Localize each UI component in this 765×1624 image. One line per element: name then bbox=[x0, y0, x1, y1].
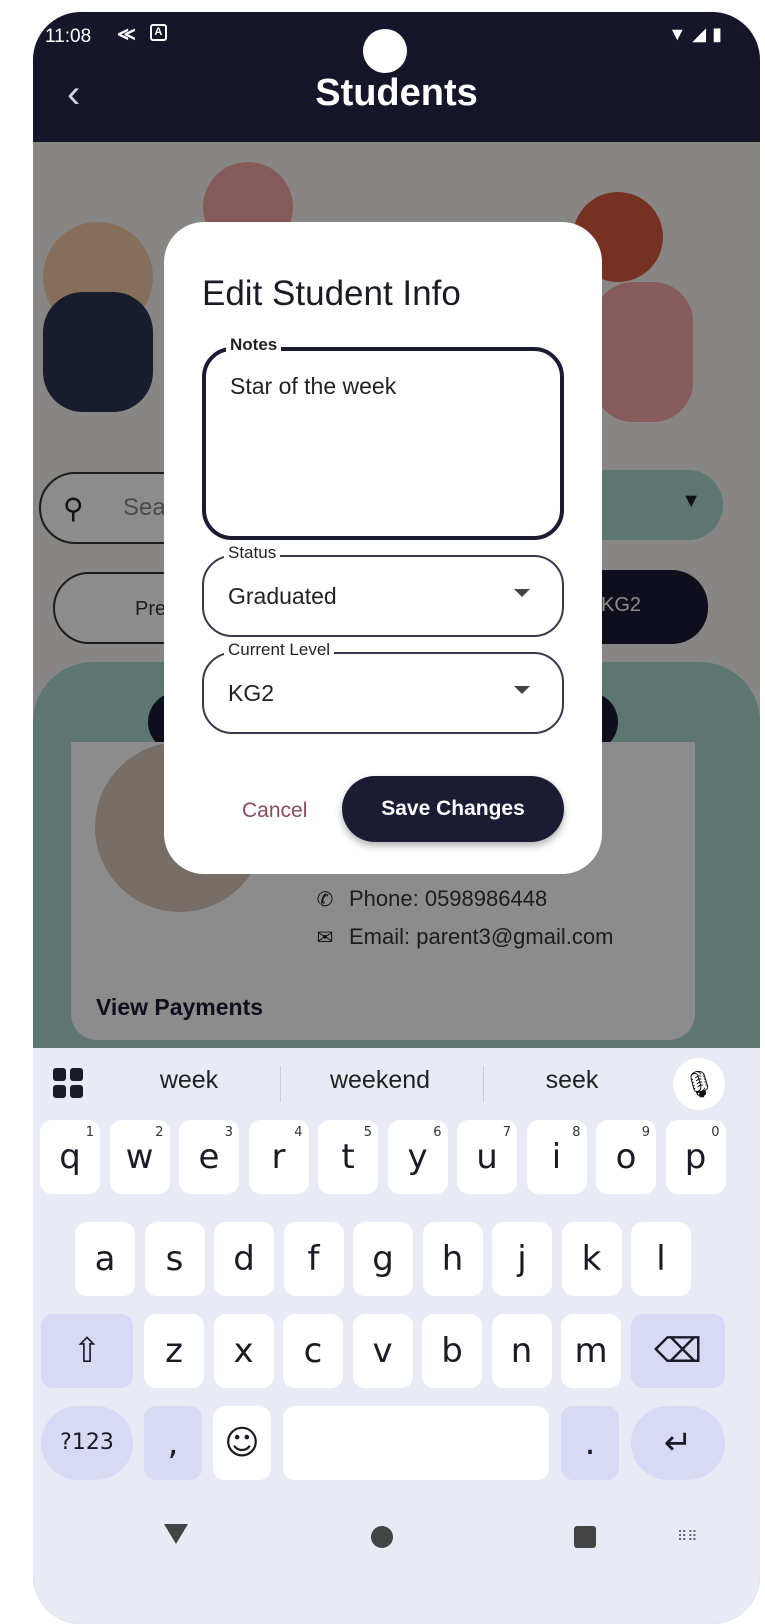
nav-back-icon[interactable] bbox=[164, 1524, 188, 1544]
key-o[interactable]: o9 bbox=[596, 1120, 656, 1194]
key-c[interactable]: c bbox=[283, 1314, 343, 1388]
key-v[interactable]: v bbox=[352, 1314, 413, 1388]
apps-grid-icon[interactable] bbox=[53, 1068, 83, 1098]
emoji-key[interactable]: ☺ bbox=[213, 1406, 271, 1480]
current-level-label: Current Level bbox=[224, 640, 335, 660]
app-notification-icon: A bbox=[149, 24, 167, 41]
key-label: t bbox=[341, 1137, 355, 1177]
key-label: i bbox=[551, 1137, 562, 1177]
suggestion-1[interactable]: week bbox=[104, 1066, 274, 1095]
status-system-icons: ▼ ◢ ▮ bbox=[668, 24, 722, 45]
key-m[interactable]: m bbox=[561, 1314, 621, 1388]
keyboard-switch-icon[interactable]: ⠿⠿ bbox=[677, 1528, 698, 1545]
key-label: p bbox=[684, 1137, 707, 1177]
key-label: o bbox=[615, 1137, 637, 1177]
status-value: Graduated bbox=[228, 583, 337, 609]
key-label: u bbox=[476, 1137, 498, 1177]
key-label: r bbox=[271, 1137, 286, 1177]
on-screen-keyboard: week weekend seek 🎙 q1w2e3r4t5y6u7i8o9p0… bbox=[33, 1048, 760, 1624]
status-label: Status bbox=[224, 543, 281, 563]
key-x[interactable]: x bbox=[213, 1314, 274, 1388]
key-h[interactable]: h bbox=[422, 1222, 483, 1296]
key-number-hint: 0 bbox=[711, 1125, 720, 1140]
edit-student-dialog: Edit Student Info Notes Star of the week… bbox=[164, 222, 602, 874]
key-number-hint: 7 bbox=[502, 1125, 511, 1140]
key-number-hint: 4 bbox=[294, 1125, 303, 1140]
key-e[interactable]: e3 bbox=[179, 1120, 239, 1194]
suggestion-strip: week weekend seek 🎙 bbox=[33, 1048, 760, 1118]
key-label: w bbox=[125, 1137, 154, 1177]
notes-value[interactable]: Star of the week bbox=[230, 373, 396, 400]
notes-field[interactable]: Notes Star of the week bbox=[202, 335, 564, 540]
key-f[interactable]: f bbox=[283, 1222, 344, 1296]
wifi-icon: ▼ bbox=[668, 24, 687, 44]
status-time: 11:08 bbox=[45, 26, 92, 47]
space-key[interactable] bbox=[283, 1406, 549, 1480]
key-number-hint: 1 bbox=[85, 1125, 94, 1140]
phone-screen: ⚲ Sea ▼ Pre KG2 ✆ Phone: 0598986448 ✉ Em… bbox=[33, 12, 760, 1624]
key-n[interactable]: n bbox=[491, 1314, 552, 1388]
key-q[interactable]: q1 bbox=[40, 1120, 100, 1194]
backspace-key[interactable]: ⌫ bbox=[631, 1314, 725, 1388]
key-d[interactable]: d bbox=[214, 1222, 274, 1296]
save-changes-button[interactable]: Save Changes bbox=[342, 776, 564, 842]
notes-label: Notes bbox=[226, 335, 282, 355]
key-number-hint: 9 bbox=[641, 1125, 650, 1140]
key-number-hint: 6 bbox=[433, 1125, 442, 1140]
key-s[interactable]: s bbox=[144, 1222, 205, 1296]
period-key[interactable]: . bbox=[561, 1406, 619, 1480]
key-number-hint: 8 bbox=[572, 1125, 581, 1140]
signal-icon: ◢ bbox=[692, 24, 707, 44]
nav-recents-icon[interactable] bbox=[574, 1526, 596, 1548]
key-number-hint: 3 bbox=[224, 1125, 233, 1140]
suggestion-3[interactable]: seek bbox=[487, 1066, 657, 1095]
key-y[interactable]: y6 bbox=[387, 1120, 448, 1194]
app-bar: 11:08 ≪ A ▼ ◢ ▮ ‹ Students bbox=[33, 12, 760, 142]
current-level-value: KG2 bbox=[228, 680, 275, 706]
current-level-select[interactable]: Current Level KG2 bbox=[202, 640, 564, 734]
key-j[interactable]: j bbox=[492, 1222, 552, 1296]
comma-key[interactable]: , bbox=[144, 1406, 202, 1480]
suggestion-2[interactable]: weekend bbox=[295, 1066, 465, 1095]
key-w[interactable]: w2 bbox=[109, 1120, 170, 1194]
enter-key[interactable]: ↵ bbox=[631, 1406, 725, 1480]
camera-cutout bbox=[363, 29, 407, 73]
chevron-down-icon bbox=[514, 686, 530, 694]
chevron-down-icon bbox=[514, 589, 530, 597]
key-t[interactable]: t5 bbox=[318, 1120, 378, 1194]
status-notification-icons: ≪ A bbox=[117, 24, 167, 45]
battery-icon: ▮ bbox=[712, 24, 722, 44]
key-i[interactable]: i8 bbox=[526, 1120, 587, 1194]
status-select[interactable]: Status Graduated bbox=[202, 543, 564, 637]
key-z[interactable]: z bbox=[144, 1314, 204, 1388]
key-g[interactable]: g bbox=[353, 1222, 413, 1296]
symbols-key[interactable]: ?123 bbox=[41, 1406, 133, 1480]
key-l[interactable]: l bbox=[631, 1222, 691, 1296]
key-number-hint: 2 bbox=[155, 1125, 164, 1140]
dialog-title: Edit Student Info bbox=[202, 274, 461, 313]
notification-icon: ≪ bbox=[117, 24, 136, 44]
nav-home-icon[interactable] bbox=[371, 1526, 393, 1548]
page-title: Students bbox=[315, 72, 478, 114]
key-r[interactable]: r4 bbox=[248, 1120, 309, 1194]
key-label: y bbox=[407, 1137, 428, 1177]
key-p[interactable]: p0 bbox=[665, 1120, 726, 1194]
key-k[interactable]: k bbox=[561, 1222, 622, 1296]
key-u[interactable]: u7 bbox=[457, 1120, 517, 1194]
key-a[interactable]: a bbox=[75, 1222, 135, 1296]
cancel-button[interactable]: Cancel bbox=[242, 799, 307, 823]
key-number-hint: 5 bbox=[363, 1125, 372, 1140]
shift-key[interactable]: ⇧ bbox=[41, 1314, 133, 1388]
key-label: e bbox=[198, 1137, 220, 1177]
key-label: q bbox=[59, 1137, 81, 1177]
key-b[interactable]: b bbox=[422, 1314, 482, 1388]
